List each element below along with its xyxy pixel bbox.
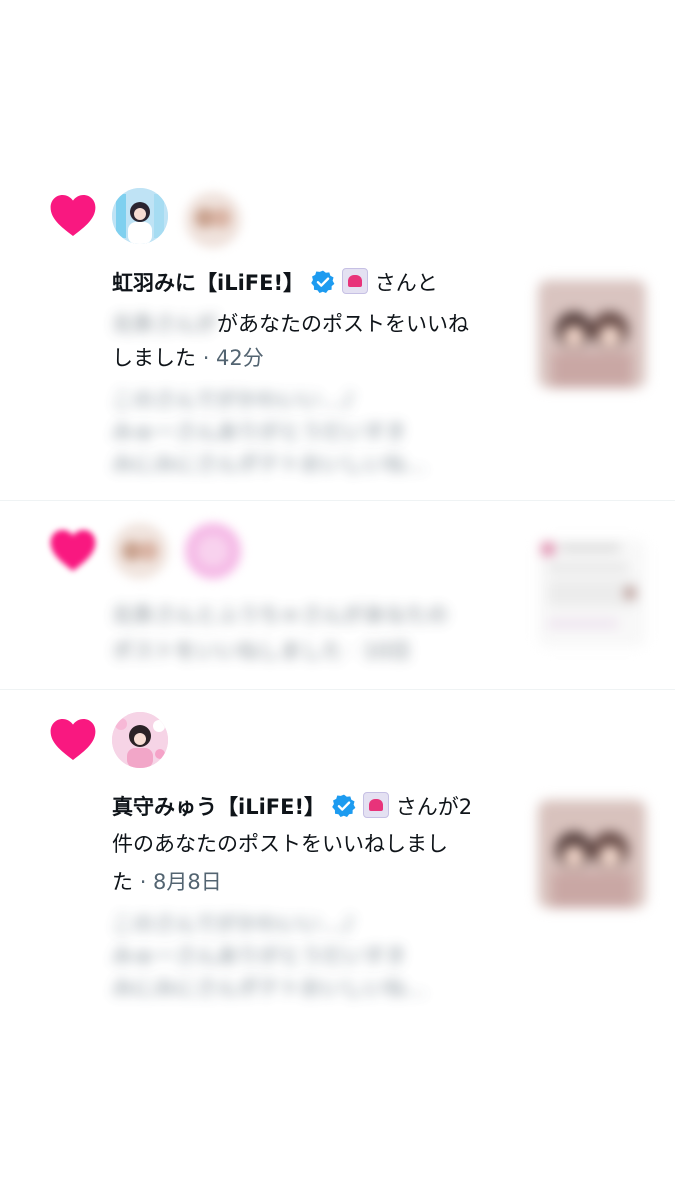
notification-body: 件のあなたのポストをいいねしまし [112,832,448,856]
post-preview-line: このさんでがかわいい…♪ [112,388,356,412]
notification-item[interactable]: 虹羽みに【iLiFE!】 さんと 北条さんががあなたのポストをいいね しました … [0,0,675,500]
avatar[interactable] [112,712,168,768]
verified-badge-icon [332,794,356,818]
post-preview-line: みにみにさんポテトおいしいね… [112,452,427,476]
user-name[interactable]: 虹羽みに【iLiFE!】 [112,271,304,295]
notification-item[interactable]: 北条さんとふうちゃさんがあなたの ポストをいいねしました · 10日 [0,501,675,689]
post-preview-line: このさんでがかわいい…♪ [112,912,356,936]
avatar-image [112,523,168,579]
avatar[interactable] [112,523,168,579]
post-thumbnail[interactable] [538,280,646,388]
avatar-image [112,712,168,768]
notification-body: 北条さんががあなたのポストをいいね [112,310,469,338]
timestamp: · 8月8日 [139,870,222,894]
post-preview-line: みゅーさんありがとうだいすき [112,944,406,968]
heart-icon [50,719,96,760]
post-preview-line: みゅーさんありがとうだいすき [112,420,406,444]
avatar-image [185,192,241,248]
notification-item[interactable]: 真守みゅう【iLiFE!】 さんが2 件のあなたのポストをいいねしまし た · … [0,690,675,1030]
notification-text: さんが2 [395,795,473,819]
notification-title: 真守みゅう【iLiFE!】 さんが2 [112,792,472,821]
avatar[interactable] [185,523,241,579]
heart-icon [50,530,96,571]
avatar[interactable] [112,188,168,244]
avatar-image [185,523,241,579]
notification-body: しました · 42分 [112,344,264,372]
timestamp: · 42分 [202,346,264,370]
avatar-image [112,188,168,244]
app-badge-icon [363,792,390,818]
notification-body: ポストをいいねしました · 10日 [112,639,411,663]
user-name[interactable]: 真守みゅう【iLiFE!】 [112,795,325,819]
thumbnail-image [538,539,646,647]
app-badge-icon [342,268,369,294]
notification-body: た · 8月8日 [112,868,222,896]
notification-title: 虹羽みに【iLiFE!】 さんと [112,268,438,297]
post-preview-line: みにみにさんポテトおいしいね… [112,976,427,1000]
avatar[interactable] [185,192,241,248]
notification-text: さんと [374,271,438,295]
post-thumbnail[interactable] [538,800,646,908]
heart-icon [50,195,96,236]
notification-text: があなたのポストをいいね [217,312,469,336]
blurred-name: 北条さんが [112,312,217,336]
thumbnail-image [538,280,646,388]
notification-text: た [112,870,133,894]
notification-text: しました [112,346,196,370]
thumbnail-image [538,800,646,908]
notification-body: 北条さんとふうちゃさんがあなたの [112,603,448,627]
verified-badge-icon [311,270,335,294]
post-thumbnail[interactable] [538,539,646,647]
